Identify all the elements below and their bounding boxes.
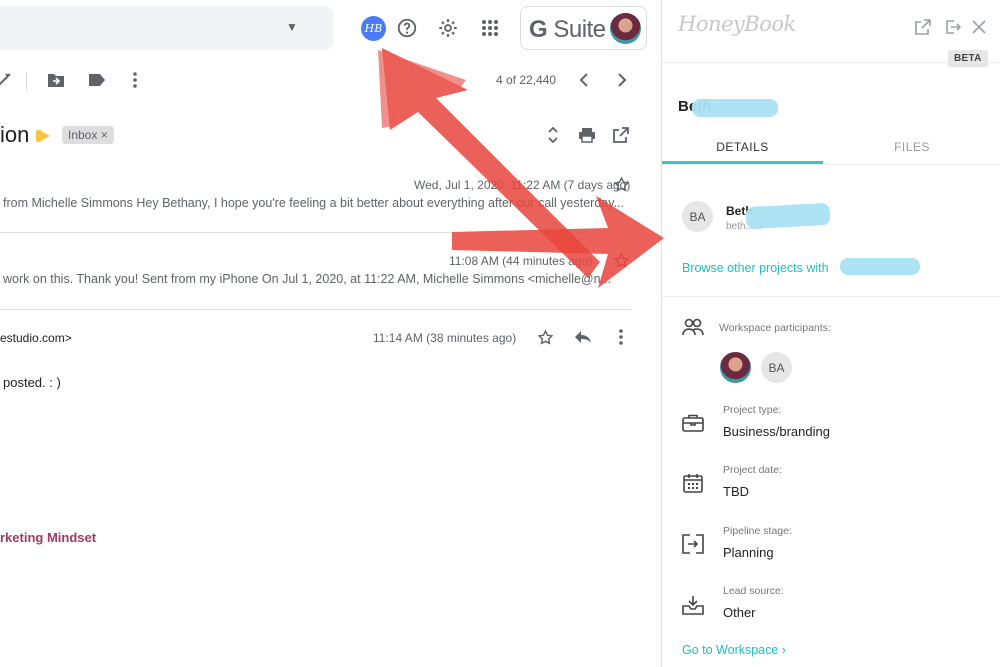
honeybook-addon-icon[interactable]: HB bbox=[361, 16, 386, 41]
close-icon[interactable] bbox=[969, 17, 989, 37]
account-avatar[interactable] bbox=[610, 13, 641, 44]
search-bar[interactable]: ▼ bbox=[0, 6, 333, 50]
chevron-left-icon[interactable] bbox=[574, 70, 594, 90]
message-body-text: posted. : ) bbox=[3, 375, 61, 390]
pipeline-stage-label: Pipeline stage: bbox=[723, 525, 792, 537]
star-icon[interactable] bbox=[535, 327, 555, 347]
apps-grid-icon[interactable] bbox=[478, 16, 502, 40]
redaction-mark bbox=[745, 202, 831, 230]
message-snippet[interactable]: work on this. Thank you! Sent from my iP… bbox=[3, 272, 611, 286]
participant-avatar[interactable] bbox=[720, 352, 751, 383]
label-icon[interactable] bbox=[87, 70, 107, 90]
lead-source-label: Lead source: bbox=[723, 585, 784, 597]
pipeline-stage-value: Planning bbox=[723, 545, 774, 560]
tab-details[interactable]: DETAILS bbox=[662, 140, 823, 154]
message-date: 11:08 AM (44 minutes ago) bbox=[449, 254, 593, 268]
pipeline-icon bbox=[682, 533, 704, 555]
message-divider bbox=[0, 309, 631, 310]
message-divider bbox=[0, 232, 631, 233]
project-type-value: Business/branding bbox=[723, 424, 830, 439]
inbox-label-chip[interactable]: Inbox × bbox=[62, 126, 114, 144]
message-date: 11:14 AM (38 minutes ago) bbox=[373, 331, 517, 345]
participant-avatar[interactable]: BA bbox=[761, 352, 792, 383]
gsuite-account-switcher[interactable]: G Suite bbox=[520, 6, 647, 50]
sender-address: estudio.com> bbox=[0, 331, 72, 345]
open-external-icon[interactable] bbox=[913, 17, 933, 37]
message-toolbar: 4 of 22,440 bbox=[0, 62, 661, 98]
open-in-new-window-icon[interactable] bbox=[611, 125, 631, 145]
calendar-icon bbox=[682, 472, 704, 494]
gmail-pane: ▼ HB G Suite 4 of 22,440 ion Inbox × Wed… bbox=[0, 0, 661, 667]
importance-marker-tip bbox=[39, 130, 50, 142]
gsuite-label: Suite bbox=[553, 16, 606, 43]
browse-projects-link[interactable]: Browse other projects with bbox=[682, 261, 829, 275]
participants-icon bbox=[682, 316, 704, 338]
settings-gear-icon[interactable] bbox=[436, 16, 460, 40]
search-options-caret-icon[interactable]: ▼ bbox=[286, 20, 298, 34]
gsuite-logo: G Suite bbox=[529, 16, 606, 43]
redaction-mark bbox=[840, 258, 920, 275]
go-to-workspace-link[interactable]: Go to Workspace › bbox=[682, 643, 786, 657]
honeybook-logo: HoneyBook bbox=[678, 12, 796, 36]
star-icon[interactable] bbox=[611, 250, 631, 270]
message-snippet[interactable]: from Michelle Simmons Hey Bethany, I hop… bbox=[3, 196, 624, 210]
honeybook-sidebar: HoneyBook BETA Beth DETAILS FILES BA Bet… bbox=[661, 0, 1000, 667]
more-vert-icon[interactable] bbox=[125, 70, 145, 90]
help-icon[interactable] bbox=[395, 16, 419, 40]
toolbar-divider bbox=[26, 72, 27, 90]
tab-files[interactable]: FILES bbox=[823, 140, 1000, 154]
section-divider bbox=[662, 296, 1000, 297]
email-subject: ion bbox=[0, 122, 30, 147]
project-date-label: Project date: bbox=[723, 464, 782, 476]
more-vert-icon[interactable] bbox=[611, 327, 631, 347]
print-icon[interactable] bbox=[577, 125, 597, 145]
redaction-mark bbox=[692, 99, 778, 117]
screen: ▼ HB G Suite 4 of 22,440 ion Inbox × Wed… bbox=[0, 0, 1000, 667]
signature-link[interactable]: rketing Mindset bbox=[0, 530, 96, 545]
logout-icon[interactable] bbox=[943, 17, 963, 37]
chevron-right-icon[interactable] bbox=[612, 70, 632, 90]
reply-icon[interactable] bbox=[573, 327, 593, 347]
star-icon[interactable] bbox=[611, 174, 631, 194]
expand-all-icon[interactable] bbox=[543, 125, 563, 145]
tabs-divider bbox=[662, 164, 1000, 165]
inbox-tray-icon bbox=[682, 594, 704, 616]
snooze-icon[interactable] bbox=[0, 70, 14, 90]
move-to-icon[interactable] bbox=[46, 70, 66, 90]
workspace-participants-label: Workspace participants: bbox=[719, 322, 831, 334]
contact-avatar: BA bbox=[682, 201, 713, 232]
briefcase-icon bbox=[682, 412, 704, 434]
beta-badge: BETA bbox=[948, 50, 988, 67]
pagination-count: 4 of 22,440 bbox=[496, 73, 557, 87]
lead-source-value: Other bbox=[723, 605, 756, 620]
message-date: Wed, Jul 1, 2020, 11:22 AM (7 days ago) bbox=[414, 178, 631, 192]
project-type-label: Project type: bbox=[723, 404, 782, 416]
project-date-value: TBD bbox=[723, 484, 749, 499]
